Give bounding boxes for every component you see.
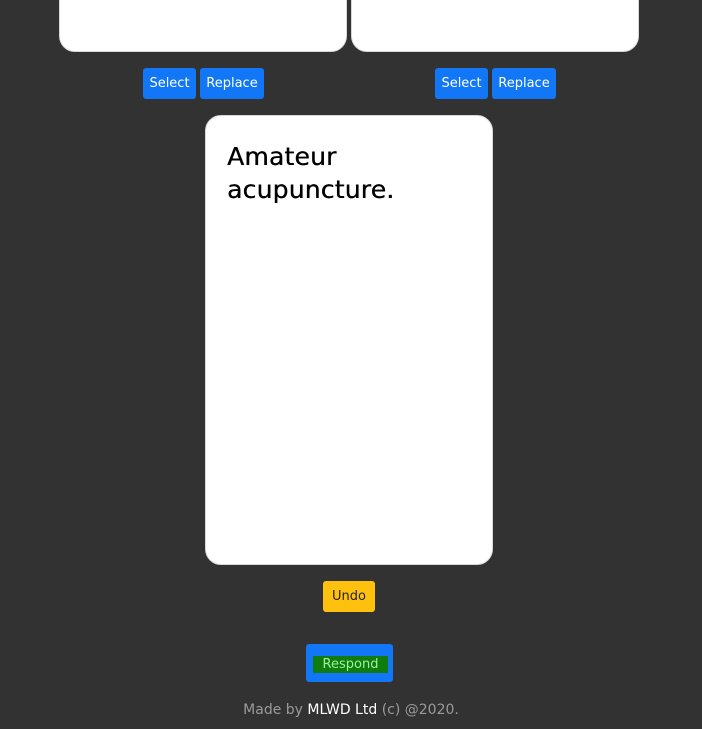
respond-button[interactable]: Respond <box>313 656 388 673</box>
respond-button-frame[interactable]: Respond <box>306 644 393 682</box>
selected-answer-card: Amateur acupuncture. <box>205 115 493 565</box>
selected-answer-text: Amateur acupuncture. <box>227 142 395 204</box>
answer-card-right[interactable] <box>351 0 639 52</box>
select-button-left[interactable]: Select <box>143 68 196 99</box>
footer-prefix: Made by <box>243 702 303 718</box>
answer-card-left[interactable] <box>59 0 347 52</box>
company-link[interactable]: MLWD Ltd <box>307 702 377 718</box>
select-button-right[interactable]: Select <box>435 68 488 99</box>
replace-button-right[interactable]: Replace <box>492 68 556 99</box>
footer: Made by MLWD Ltd (c) @2020. <box>0 700 702 720</box>
footer-copyright: (c) @2020. <box>381 702 459 718</box>
undo-button[interactable]: Undo <box>323 581 375 612</box>
replace-button-left[interactable]: Replace <box>200 68 264 99</box>
